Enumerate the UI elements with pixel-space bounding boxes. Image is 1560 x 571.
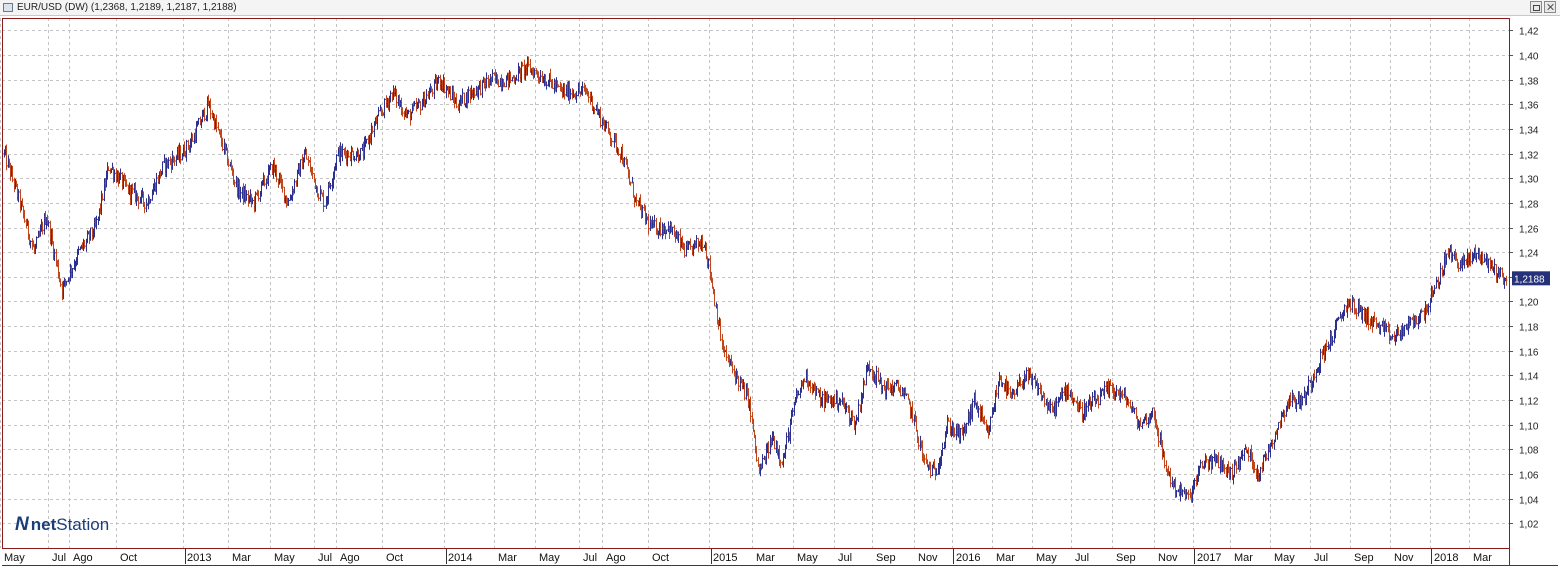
x-tick-label: Oct	[652, 552, 669, 564]
x-tick-label: Sep	[876, 552, 896, 564]
netstation-logo-text: netStation	[30, 515, 110, 534]
x-tick-label: Jul	[318, 552, 332, 564]
netstation-logo-mark: N	[15, 514, 29, 535]
y-tick-label: 1,12	[1519, 397, 1539, 408]
x-tick-label: Mar	[1473, 552, 1492, 564]
y-tick-label: 1,28	[1519, 200, 1539, 211]
x-tick-label: May	[1274, 552, 1295, 564]
y-tick-label: 1,32	[1519, 151, 1539, 162]
ohlc-bar	[1421, 310, 1424, 312]
x-tick-label: May	[539, 552, 560, 564]
chart-window-icon	[3, 3, 13, 12]
x-tick-label: Sep	[1354, 552, 1374, 564]
x-tick-label: Nov	[1394, 552, 1414, 564]
netstation-logo: N netStation	[15, 515, 109, 535]
restore-button[interactable]	[1530, 1, 1542, 13]
y-tick-label: 1,16	[1519, 348, 1539, 359]
close-button[interactable]	[1544, 1, 1556, 13]
x-tick-label: May	[797, 552, 818, 564]
y-tick-label: 1,36	[1519, 101, 1539, 112]
x-tick-label: Nov	[1158, 552, 1178, 564]
y-tick-label: 1,02	[1519, 520, 1539, 531]
x-tick-label: May	[274, 552, 295, 564]
x-tick-label: Mar	[756, 552, 775, 564]
y-tick-label: 1,10	[1519, 422, 1539, 433]
x-tick-label: 2017	[1197, 552, 1221, 564]
x-tick-label: 2016	[956, 552, 980, 564]
x-tick-label: Jul	[583, 552, 597, 564]
x-tick-label: May	[4, 552, 25, 564]
x-tick-label: Ago	[340, 552, 360, 564]
x-tick-label: Jul	[1075, 552, 1089, 564]
y-tick-label: 1,04	[1519, 496, 1539, 507]
x-tick-label: Mar	[498, 552, 517, 564]
price-chart[interactable]: 1,02 1,04 1,06 1,08 1,10 1,12 1,14 1,16 1,18 1,20…	[0, 16, 1560, 571]
x-tick-label: Jul	[1314, 552, 1328, 564]
window-title: EUR/USD (DW) (1,2368, 1,2189, 1,2187, 1,…	[17, 2, 237, 13]
y-tick-label: 1,24	[1519, 249, 1539, 260]
x-tick-label: 2018	[1434, 552, 1458, 564]
y-tick-label: 1,38	[1519, 77, 1539, 88]
y-tick-label: 1,30	[1519, 175, 1539, 186]
window-titlebar: EUR/USD (DW) (1,2368, 1,2189, 1,2187, 1,…	[0, 0, 1560, 16]
y-tick-label: 1,18	[1519, 323, 1539, 334]
y-tick-label: 1,08	[1519, 446, 1539, 457]
x-tick-label: 2013	[187, 552, 211, 564]
x-tick-label: Jul	[838, 552, 852, 564]
x-tick-label: Oct	[386, 552, 403, 564]
x-tick-label: Mar	[996, 552, 1015, 564]
last-price-label: 1,2188	[1514, 274, 1545, 285]
y-tick-label: 1,34	[1519, 126, 1539, 137]
x-tick-label: Sep	[1116, 552, 1136, 564]
x-tick-label: Mar	[1234, 552, 1253, 564]
x-tick-label: Ago	[73, 552, 93, 564]
y-tick-label: 1,14	[1519, 372, 1539, 383]
y-tick-label: 1,06	[1519, 471, 1539, 482]
x-tick-label: Oct	[120, 552, 137, 564]
x-tick-label: 2015	[713, 552, 737, 564]
y-tick-label: 1,40	[1519, 52, 1539, 63]
y-tick-label: 1,26	[1519, 225, 1539, 236]
x-tick-label: 2014	[448, 552, 472, 564]
x-tick-label: Ago	[606, 552, 626, 564]
x-tick-label: Nov	[918, 552, 938, 564]
x-tick-label: Mar	[232, 552, 251, 564]
x-tick-label: May	[1036, 552, 1057, 564]
y-tick-label: 1,42	[1519, 27, 1539, 38]
x-tick-label: Jul	[52, 552, 66, 564]
y-tick-label: 1,20	[1519, 298, 1539, 309]
